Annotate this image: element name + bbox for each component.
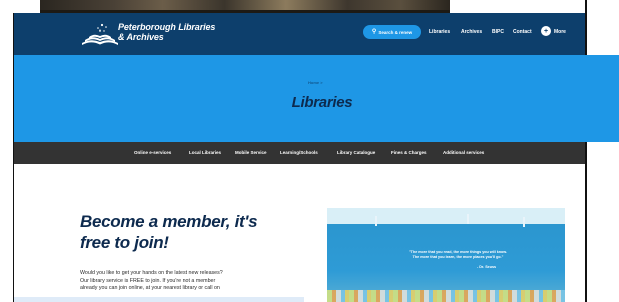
section-nav: Online e-services Local Libraries Mobile…	[14, 142, 585, 164]
site-header: Peterborough Libraries & Archives ⚲ Sear…	[14, 13, 585, 55]
page: Peterborough Libraries & Archives ⚲ Sear…	[0, 0, 619, 302]
page-title: Libraries	[291, 94, 353, 111]
more-menu-label[interactable]: More	[554, 29, 566, 35]
paragraph-line: already you can join online, at your nea…	[80, 285, 220, 292]
section-nav-fines-charges[interactable]: Fines & Charges	[391, 150, 427, 155]
section-nav-online-eservices[interactable]: Online e-services	[134, 150, 171, 155]
ceiling-light	[523, 217, 525, 227]
section-headline: Become a member, it's free to join!	[80, 211, 310, 253]
top-nav-contact[interactable]: Contact	[513, 25, 535, 39]
headline-line-2: free to join!	[80, 233, 169, 252]
wall-quote: "The more that you read, the more things…	[363, 250, 553, 260]
header-photo-strip	[0, 0, 619, 13]
brand-line-2: & Archives	[118, 32, 164, 42]
frame-divider-right	[585, 0, 587, 302]
section-nav-local-libraries[interactable]: Local Libraries	[189, 150, 221, 155]
ceiling-light	[375, 216, 377, 226]
section-nav-learning-schools[interactable]: Learning/Schools	[280, 150, 318, 155]
quote-author: - Dr. Seuss	[477, 265, 497, 269]
top-nav-bipc[interactable]: BIPC	[492, 25, 508, 39]
paragraph-line: Would you like to get your hands on the …	[80, 270, 223, 276]
top-nav-archives[interactable]: Archives	[461, 25, 487, 39]
brand-line-1: Peterborough Libraries	[118, 22, 216, 32]
library-interior-image: "The more that you read, the more things…	[327, 208, 565, 302]
site-brand-name[interactable]: Peterborough Libraries & Archives	[118, 22, 215, 42]
quote-line-2: The more that you learn, the more places…	[412, 255, 504, 259]
breadcrumb[interactable]: Home >	[308, 80, 323, 85]
image-ceiling	[327, 208, 565, 224]
headline-line-1: Become a member, it's	[80, 212, 258, 231]
top-nav-libraries[interactable]: Libraries	[429, 25, 455, 39]
intro-paragraph: Would you like to get your hands on the …	[80, 270, 290, 293]
book-logo-icon[interactable]	[80, 21, 120, 47]
more-menu-icon[interactable]: +	[541, 26, 551, 36]
section-nav-additional-services[interactable]: Additional services	[443, 150, 484, 155]
bookshelf	[327, 290, 565, 302]
header-photo	[40, 0, 450, 13]
section-nav-library-catalogue[interactable]: Library Catalogue	[337, 150, 375, 155]
search-icon: ⚲	[371, 29, 377, 35]
paragraph-line: Our library service is FREE to join. If …	[80, 277, 216, 284]
ceiling-light	[467, 214, 469, 224]
section-nav-mobile-service[interactable]: Mobile Service	[235, 150, 267, 155]
scroll-overlay-band	[14, 297, 304, 302]
search-catalogue-button[interactable]: ⚲ Search & renew	[363, 25, 421, 39]
search-catalogue-label: Search & renew	[378, 29, 413, 35]
